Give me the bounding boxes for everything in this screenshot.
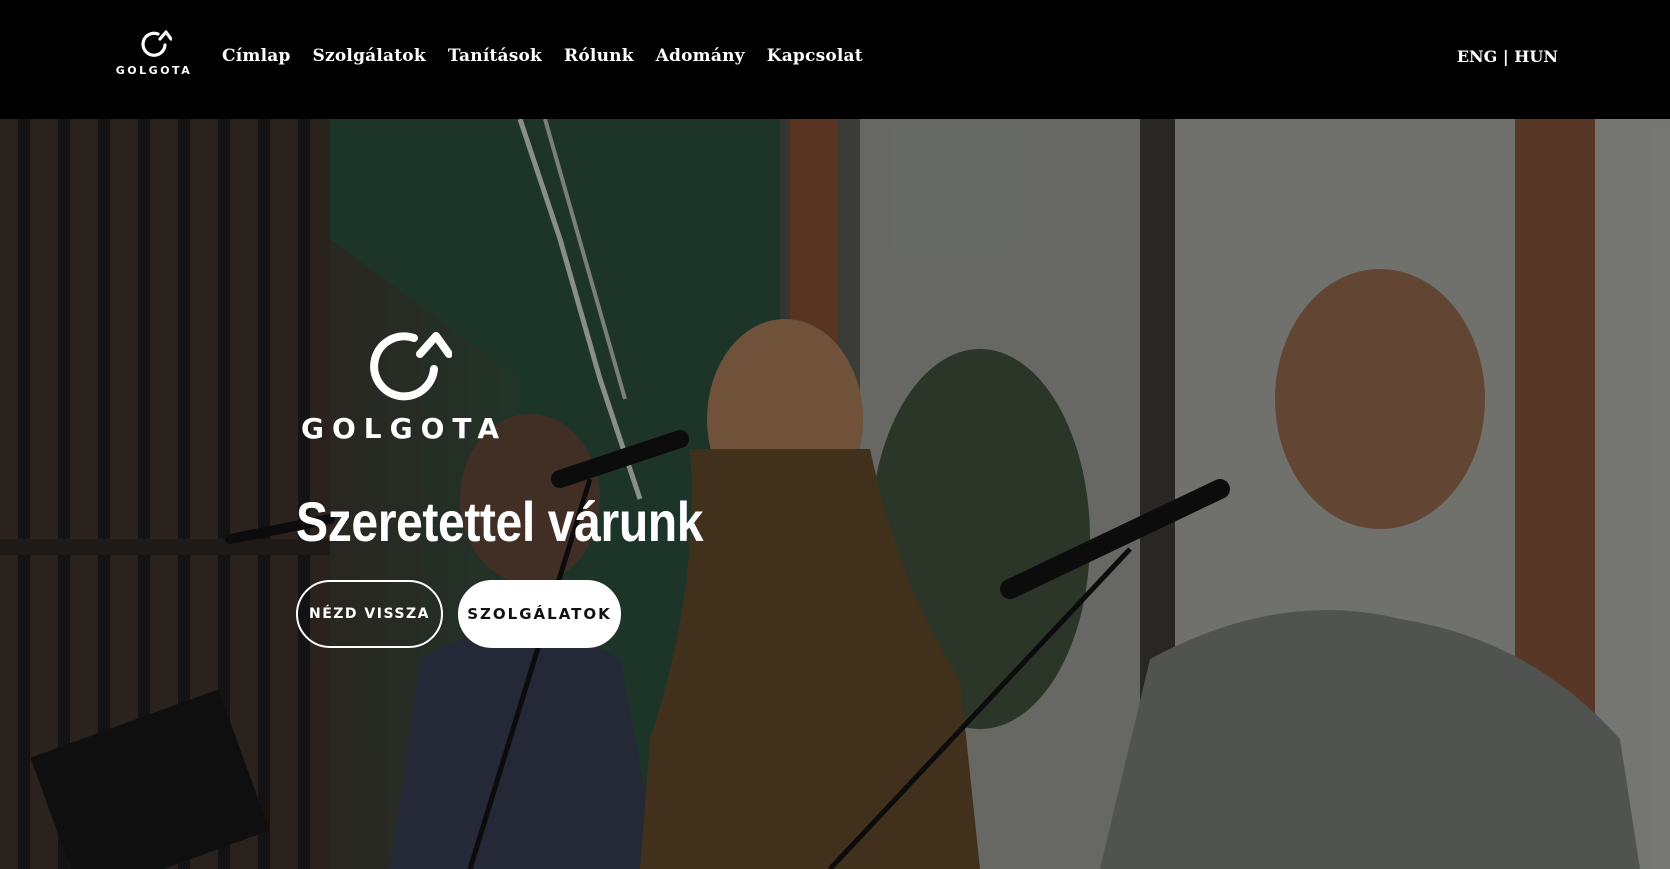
nav-link-rolunk[interactable]: Rólunk: [564, 46, 634, 66]
nav-link-szolgalatok[interactable]: Szolgálatok: [313, 46, 426, 66]
nav-item-rolunk: Rólunk: [564, 46, 634, 66]
nav-link-cimlap[interactable]: Címlap: [222, 46, 291, 66]
header-logo[interactable]: GOLGOTA: [112, 28, 196, 86]
nav-link-tanitasok[interactable]: Tanítások: [448, 46, 542, 66]
nav-link-kapcsolat[interactable]: Kapcsolat: [767, 46, 863, 66]
hero-dark-overlay: [0, 119, 1670, 869]
lang-separator: |: [1497, 47, 1515, 66]
watch-back-button[interactable]: NÉZD VISSZA: [296, 580, 443, 648]
hero-buttons: NÉZD VISSZA SZOLGÁLATOK: [296, 580, 769, 648]
nav-item-szolgalatok: Szolgálatok: [313, 46, 426, 66]
nav-item-cimlap: Címlap: [222, 46, 291, 66]
lang-eng-link[interactable]: ENG: [1457, 47, 1497, 66]
nav-item-kapcsolat: Kapcsolat: [767, 46, 863, 66]
header-logo-text: GOLGOTA: [115, 64, 193, 77]
nav-item-adomany: Adomány: [656, 46, 745, 66]
hero-content: GOLGOTA Szeretettel várunk NÉZD VISSZA S…: [296, 324, 769, 648]
hero-logo: GOLGOTA: [296, 324, 512, 445]
services-button[interactable]: SZOLGÁLATOK: [458, 580, 621, 648]
nav-item-tanitasok: Tanítások: [448, 46, 542, 66]
lang-hun-link[interactable]: HUN: [1514, 47, 1558, 66]
language-switcher: ENG | HUN: [1457, 47, 1558, 66]
golgota-arrow-icon: [370, 332, 452, 401]
site-header: GOLGOTA Címlap Szolgálatok Tanítások Ról…: [0, 0, 1670, 119]
golgota-arrow-icon: [141, 30, 172, 57]
hero-logo-text: GOLGOTA: [300, 412, 507, 445]
hero-section: GOLGOTA Szeretettel várunk NÉZD VISSZA S…: [0, 119, 1670, 869]
main-nav: Címlap Szolgálatok Tanítások Rólunk Adom…: [222, 46, 863, 66]
nav-link-adomany[interactable]: Adomány: [656, 46, 745, 66]
hero-title: Szeretettel várunk: [296, 490, 704, 553]
